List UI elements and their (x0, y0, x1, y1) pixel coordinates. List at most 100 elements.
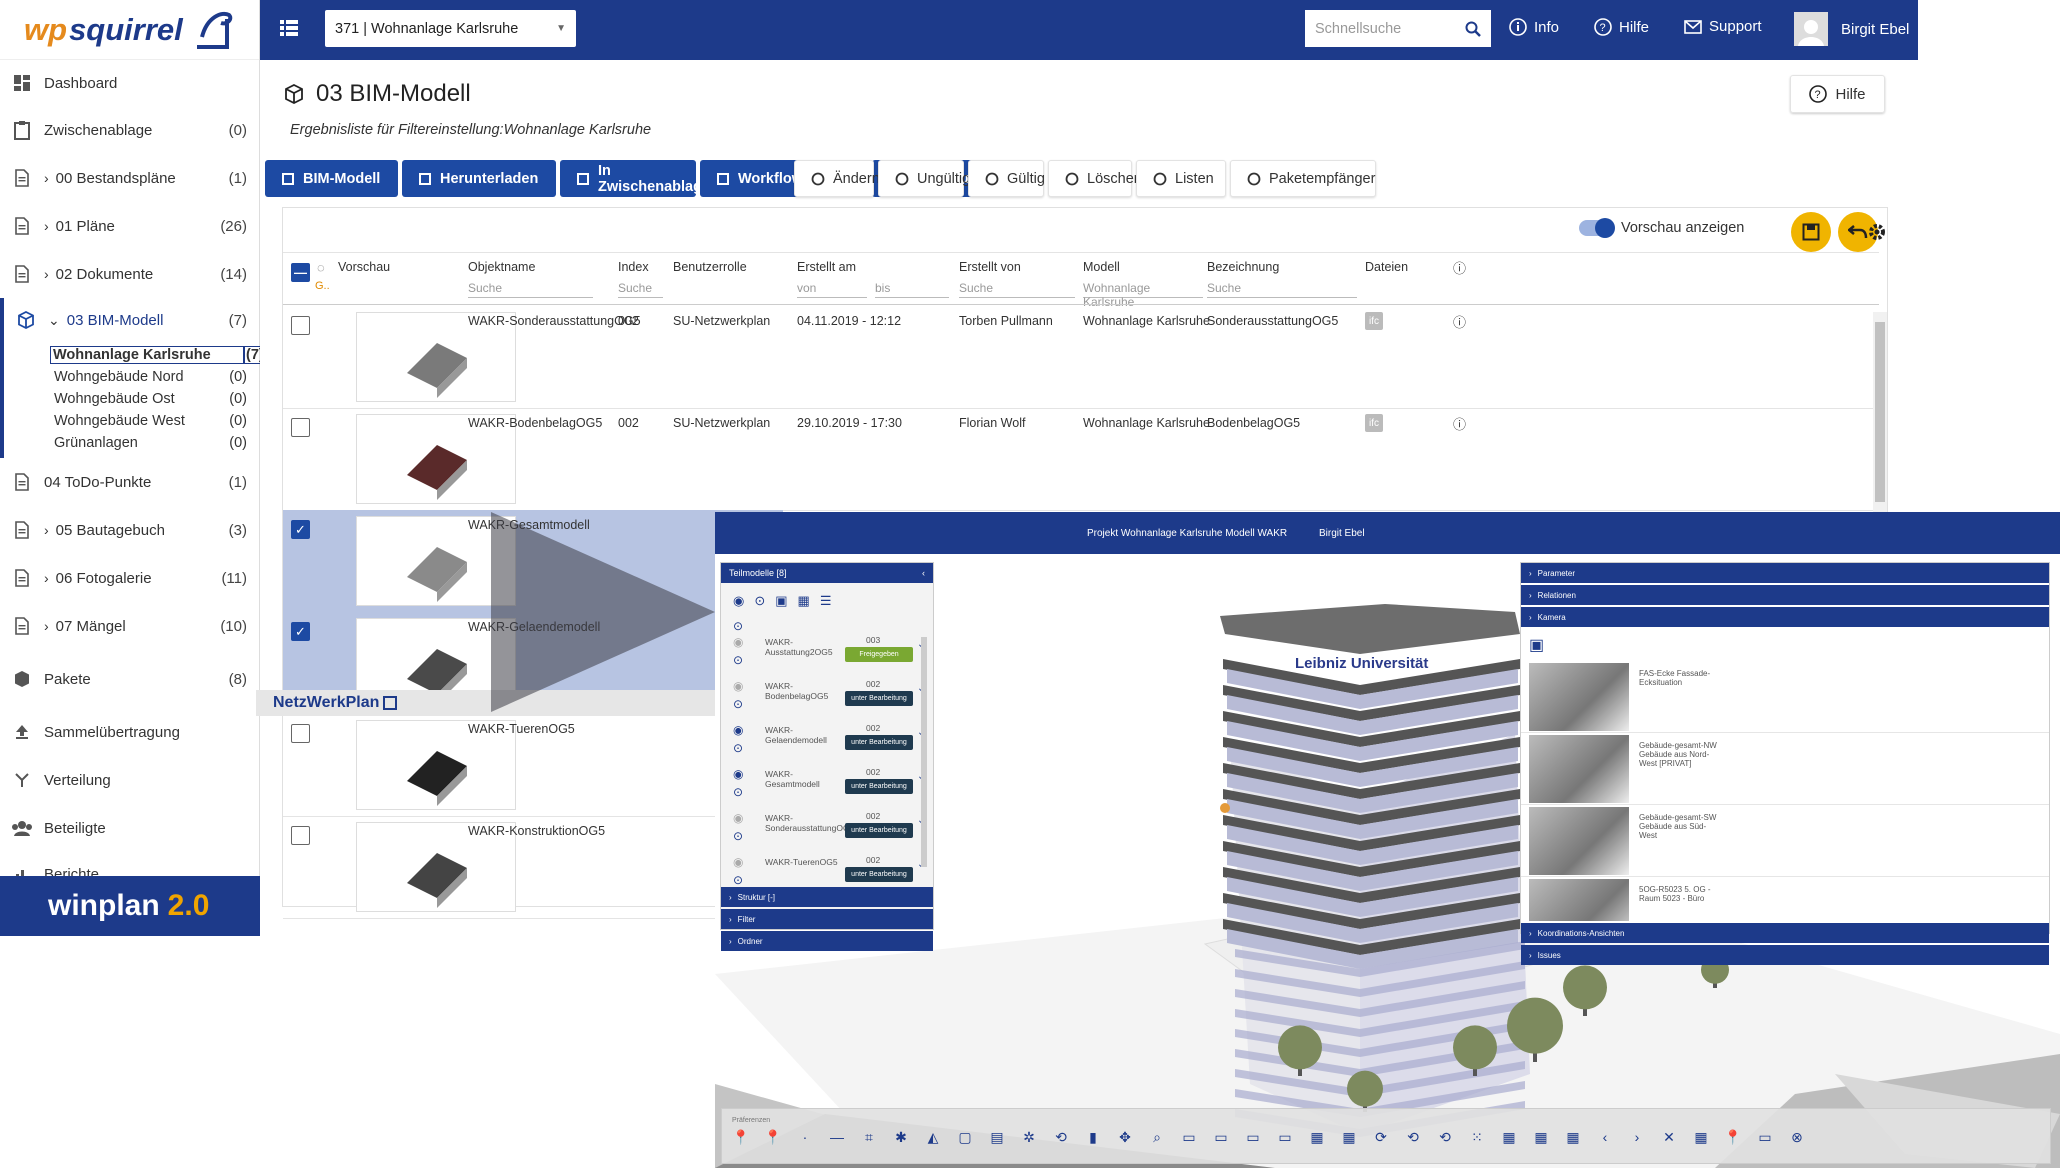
viewer-tool-12-icon[interactable]: ✥ (1112, 1129, 1138, 1146)
toolbar-check-circle-button[interactable]: Gültig (968, 160, 1045, 197)
sidebar-folder-0[interactable]: › 00 Bestandspläne (1) (0, 154, 259, 202)
column-header-files[interactable]: Dateien (1365, 260, 1408, 274)
filter-input-to[interactable]: bis (875, 281, 949, 298)
info-link[interactable]: Info (1509, 18, 1559, 36)
help-button[interactable]: ? Hilfe (1790, 75, 1885, 113)
sidebar-folder-2[interactable]: › 02 Dokumente (14) (0, 250, 259, 298)
sidebar-folder2-0[interactable]: 04 ToDo-Punkte (1) (0, 458, 259, 506)
sidebar-folder2-3[interactable]: › 07 Mängel (10) (0, 602, 259, 650)
viewer-tool-28-icon[interactable]: › (1624, 1129, 1650, 1146)
sidebar-subitem-3[interactable]: Wohngebäude West (0) (4, 410, 259, 432)
target-icon[interactable]: ⊙ (733, 829, 743, 843)
toolbar-package-button[interactable]: Paketempfänger (1230, 160, 1376, 197)
target-icon[interactable]: ⊙ (733, 653, 743, 667)
eye-off-icon[interactable]: ◉ (733, 811, 743, 825)
viewer-tool-9-icon[interactable]: ✲ (1016, 1129, 1042, 1146)
column-header-desc[interactable]: Bezeichnung (1207, 260, 1279, 274)
left-panel-section[interactable]: › Ordner (721, 931, 933, 951)
sidebar-folder2-2[interactable]: › 06 Fotogalerie (11) (0, 554, 259, 602)
sidebar-subitem-1[interactable]: Wohngebäude Nord (0) (4, 366, 259, 388)
submodel-name[interactable]: WAKR-Gesamtmodell (765, 769, 845, 789)
chevron-icon[interactable]: ⌄ (48, 312, 60, 329)
eye-off-icon[interactable]: ◉ (733, 679, 743, 693)
camera-view-item[interactable]: Gebäude-gesamt-SW Gebäude aus Süd-West (1521, 805, 2049, 877)
viewer-tool-29-icon[interactable]: ✕ (1656, 1129, 1682, 1146)
right-panel-section[interactable]: › Koordinations-Ansichten (1521, 923, 2049, 943)
sidebar-folder2-4[interactable]: Pakete (8) (0, 650, 259, 708)
viewer-tool-5-icon[interactable]: ✱ (888, 1129, 914, 1146)
row-info-icon[interactable]: ⓘ (1453, 312, 1466, 331)
target-icon[interactable]: ⊙ (733, 619, 743, 633)
stack-icon[interactable]: ☰ (820, 593, 832, 609)
filter-input-name[interactable]: Suche (468, 281, 593, 298)
viewer-tool-23-icon[interactable]: ⁙ (1464, 1129, 1490, 1146)
viewer-tool-10-icon[interactable]: ⟲ (1048, 1129, 1074, 1146)
toolbar-pencil-button[interactable]: Ändern (794, 160, 880, 197)
select-all-checkbox[interactable]: — (291, 263, 310, 282)
help-link[interactable]: ? Hilfe (1594, 18, 1649, 36)
toolbar-download-button[interactable]: Herunterladen (402, 160, 556, 197)
target-icon[interactable]: ⊙ (733, 697, 743, 711)
filter-input-desc[interactable]: Suche (1207, 281, 1357, 298)
cell-objektname[interactable]: WAKR-KonstruktionOG5 (468, 824, 605, 838)
right-panel-section[interactable]: › Parameter (1521, 563, 2049, 583)
viewer-tool-25-icon[interactable]: ▦ (1528, 1129, 1554, 1146)
chevron-icon[interactable]: › (44, 570, 49, 586)
column-header-preview[interactable]: Vorschau (338, 260, 390, 274)
viewer-tool-24-icon[interactable]: ▦ (1496, 1129, 1522, 1146)
viewer-tool-6-icon[interactable]: ◭ (920, 1129, 946, 1146)
toggle-switch[interactable] (1579, 218, 1615, 238)
row-checkbox[interactable] (291, 724, 310, 743)
sidebar-subitem-4[interactable]: Grünanlagen (0) (4, 432, 259, 454)
app-logo[interactable]: wp squirrel (0, 0, 259, 60)
chevron-icon[interactable]: › (44, 618, 49, 634)
eye-off-icon[interactable]: ◉ (733, 855, 743, 869)
save-filter-button[interactable] (1791, 212, 1831, 252)
right-panel-section[interactable]: › Relationen (1521, 585, 2049, 605)
target-icon[interactable]: ⊙ (733, 785, 743, 799)
filter-input-model[interactable]: Wohnanlage Karlsruhe (1083, 281, 1203, 309)
row-checkbox[interactable]: ✓ (291, 622, 310, 641)
filter-input-from[interactable]: von (797, 281, 867, 298)
toolbar-list-button[interactable]: Listen (1136, 160, 1226, 197)
settings-gear-icon[interactable] (1867, 222, 1887, 242)
viewer-tool-21-icon[interactable]: ⟲ (1400, 1129, 1426, 1146)
toolbar-clipboard-button[interactable]: In Zwischenablage (560, 160, 710, 197)
viewer-tool-26-icon[interactable]: ▦ (1560, 1129, 1586, 1146)
toolbar-cube-button[interactable]: BIM-Modell (265, 160, 398, 197)
chevron-icon[interactable]: › (44, 522, 49, 538)
right-panel-section[interactable]: › Kamera (1521, 607, 2049, 627)
submodel-name[interactable]: WAKR-Ausstattung2OG5 (765, 637, 845, 657)
viewer-tool-0-icon[interactable]: 📍 (728, 1129, 754, 1146)
sidebar-folder-1[interactable]: › 01 Pläne (26) (0, 202, 259, 250)
sidebar-item-clipboard[interactable]: Zwischenablage (0) (0, 106, 259, 154)
ifc-file-icon[interactable]: ifc (1365, 312, 1383, 330)
target-icon[interactable]: ⊙ (733, 873, 743, 887)
viewer-tool-20-icon[interactable]: ⟳ (1368, 1129, 1394, 1146)
target-icon[interactable]: ⊙ (733, 741, 743, 755)
camera-view-item[interactable]: 5OG-R5023 5. OG - Raum 5023 - Büro (1521, 877, 2049, 921)
project-select[interactable]: 371 | Wohnanlage Karlsruhe ▼ (325, 10, 576, 47)
submodel-name[interactable]: WAKR-Gelaendemodell (765, 725, 845, 745)
search-icon[interactable] (1465, 21, 1481, 37)
quick-search-input[interactable]: Schnellsuche (1305, 10, 1491, 47)
right-panel-section[interactable]: › Issues (1521, 945, 2049, 965)
viewer-tool-2-icon[interactable]: · (792, 1129, 818, 1146)
column-header-creator[interactable]: Erstellt von (959, 260, 1021, 274)
ifc-file-icon[interactable]: ifc (1365, 414, 1383, 432)
viewer-tool-18-icon[interactable]: ▦ (1304, 1129, 1330, 1146)
column-header-role[interactable]: Benutzerrolle (673, 260, 747, 274)
preview-toggle[interactable]: Vorschau anzeigen (1579, 218, 1744, 238)
viewer-tool-4-icon[interactable]: ⌗ (856, 1129, 882, 1146)
eye-off-icon[interactable]: ◉ (733, 635, 743, 649)
filter-input-index[interactable]: Suche (618, 281, 663, 298)
chevron-icon[interactable]: › (44, 266, 49, 282)
grid-icon[interactable]: ▦ (798, 593, 810, 609)
viewer-tool-30-icon[interactable]: ▦ (1688, 1129, 1714, 1146)
eye-icon[interactable]: ◉ (733, 767, 743, 781)
chevron-icon[interactable]: › (44, 218, 49, 234)
sidebar-folder-3[interactable]: ⌄ 03 BIM-Modell (7) (0, 298, 259, 342)
user-menu[interactable]: Birgit Ebel (1794, 12, 1909, 46)
viewer-tool-7-icon[interactable]: ▢ (952, 1129, 978, 1146)
viewer-tool-17-icon[interactable]: ▭ (1272, 1129, 1298, 1146)
